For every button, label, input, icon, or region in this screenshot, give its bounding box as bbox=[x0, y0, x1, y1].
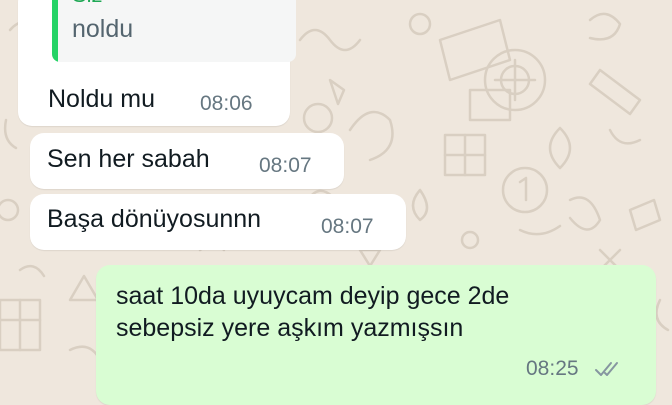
message-bubble-reply[interactable]: Siz noldu Noldu mu 08:06 bbox=[18, 0, 296, 126]
quoted-author: Siz bbox=[72, 0, 103, 8]
message-text-line: saat 10da uyuycam deyip gece 2de bbox=[116, 282, 510, 310]
message-time: 08:07 bbox=[259, 154, 312, 177]
message-time: 08:07 bbox=[321, 215, 374, 238]
message-bubble[interactable]: Sen her sabah 08:07 bbox=[30, 133, 344, 189]
message-time: 08:25 bbox=[526, 357, 579, 380]
message-bubble-outgoing[interactable]: saat 10da uyuycam deyip gece 2de sebepsi… bbox=[96, 265, 656, 405]
message-bubble[interactable]: Başa dönüyosunnn 08:07 bbox=[30, 194, 406, 250]
message-text-line: sebepsiz yere aşkım yazmışsın bbox=[116, 314, 464, 342]
message-text: Başa dönüyosunnn bbox=[47, 205, 262, 233]
message-text: Sen her sabah bbox=[47, 145, 210, 173]
quoted-text: noldu bbox=[72, 15, 134, 43]
quote-accent-bar bbox=[52, 0, 58, 62]
message-text: Noldu mu bbox=[48, 85, 155, 113]
double-check-icon bbox=[595, 362, 618, 376]
message-time: 08:06 bbox=[200, 92, 253, 115]
quoted-message[interactable]: Siz noldu bbox=[52, 0, 296, 62]
